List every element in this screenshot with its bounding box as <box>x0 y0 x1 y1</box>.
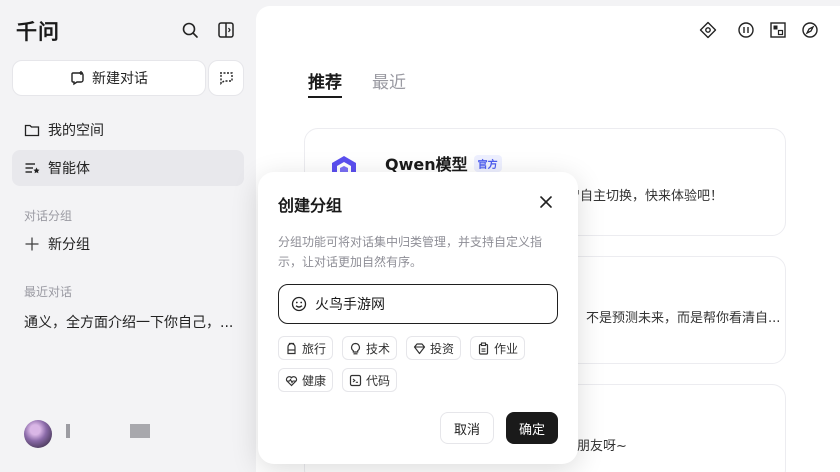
add-group-label: 新分组 <box>48 237 90 253</box>
chip-homework[interactable]: 作业 <box>470 336 526 360</box>
avatar[interactable] <box>24 420 52 448</box>
chip-label: 健康 <box>302 373 327 388</box>
add-group-button[interactable]: 新分组 <box>24 234 90 254</box>
lightbulb-icon <box>349 342 362 355</box>
new-chat-label: 新建对话 <box>92 71 148 87</box>
close-icon[interactable] <box>536 192 556 212</box>
chip-label: 旅行 <box>302 341 327 356</box>
folder-icon <box>24 122 40 138</box>
chip-health[interactable]: 健康 <box>278 368 334 392</box>
card-description: 。不是预测未来，而是帮你看清自... <box>573 311 781 326</box>
code-icon <box>349 374 362 387</box>
chip-tech[interactable]: 技术 <box>342 336 398 360</box>
chip-label: 作业 <box>494 341 519 356</box>
username-placeholder <box>66 424 70 438</box>
create-group-dialog: 创建分组 分组功能可将对话集中归类管理，并支持自定义指示，让对话更加自然有序。 … <box>258 172 578 464</box>
chip-invest[interactable]: 投资 <box>406 336 462 360</box>
clipboard-icon <box>477 341 490 355</box>
layout-icon[interactable] <box>768 20 788 40</box>
collapse-sidebar-icon[interactable] <box>216 20 236 40</box>
recent-section-label: 最近对话 <box>24 285 73 299</box>
card-description: 智自主切换，快来体验吧！ <box>567 189 724 204</box>
sidebar-item-label: 我的空间 <box>48 123 104 139</box>
search-icon[interactable] <box>180 20 200 40</box>
user-badge-placeholder <box>130 424 150 438</box>
chat-bubble-icon <box>218 70 234 86</box>
chip-label: 技术 <box>366 341 391 356</box>
tab-recent[interactable]: 最近 <box>372 68 406 93</box>
target-icon[interactable] <box>698 20 718 40</box>
chip-code[interactable]: 代码 <box>342 368 398 392</box>
diamond-icon <box>413 342 426 355</box>
chip-label: 投资 <box>430 341 455 356</box>
card-description: 朋友呀~ <box>577 439 627 454</box>
emoji-icon[interactable] <box>291 296 307 312</box>
app-logo[interactable]: 千问 <box>16 16 60 46</box>
group-section-label: 对话分组 <box>24 209 73 223</box>
dialog-title: 创建分组 <box>278 196 343 215</box>
voice-icon[interactable] <box>736 20 756 40</box>
new-chat-button[interactable]: 新建对话 <box>12 60 206 96</box>
chip-travel[interactable]: 旅行 <box>278 336 334 360</box>
new-chat-square-button[interactable] <box>208 60 244 96</box>
sidebar-item-agents[interactable]: 智能体 <box>12 150 244 186</box>
plus-icon <box>24 236 40 252</box>
dialog-description: 分组功能可将对话集中归类管理，并支持自定义指示，让对话更加自然有序。 <box>278 235 543 269</box>
official-badge: 官方 <box>473 154 502 172</box>
tab-recommended[interactable]: 推荐 <box>308 68 342 98</box>
heart-pulse-icon <box>285 374 298 387</box>
sidebar: 千问 新建对话 我的空间 智能体 对话分组 新分组 最近对话 通义，全方面介绍一… <box>0 0 256 472</box>
chip-label: 代码 <box>366 373 391 388</box>
cancel-button[interactable]: 取消 <box>440 412 494 444</box>
new-chat-icon <box>70 70 86 86</box>
group-name-field[interactable] <box>278 284 558 324</box>
backpack-icon <box>285 342 298 355</box>
agent-list-icon <box>24 160 40 176</box>
group-name-input[interactable] <box>315 296 545 312</box>
compass-icon[interactable] <box>800 20 820 40</box>
sidebar-item-my-space[interactable]: 我的空间 <box>12 112 244 148</box>
recent-chat-item[interactable]: 通义，全方面介绍一下你自己，... <box>24 312 240 332</box>
confirm-button[interactable]: 确定 <box>506 412 558 444</box>
sidebar-item-label: 智能体 <box>48 161 90 177</box>
